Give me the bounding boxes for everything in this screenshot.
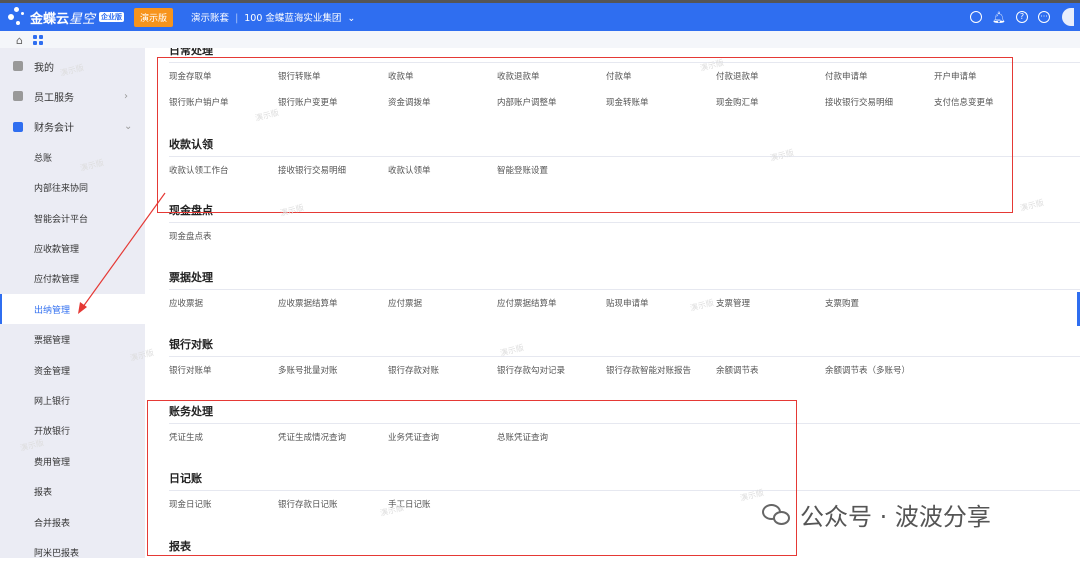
annotation-arrow (78, 192, 166, 314)
brand-overlay: 公众号 · 波波分享 (762, 497, 991, 532)
wechat-icon (762, 502, 792, 528)
brand-overlay-text: 公众号 · 波波分享 (800, 503, 991, 531)
